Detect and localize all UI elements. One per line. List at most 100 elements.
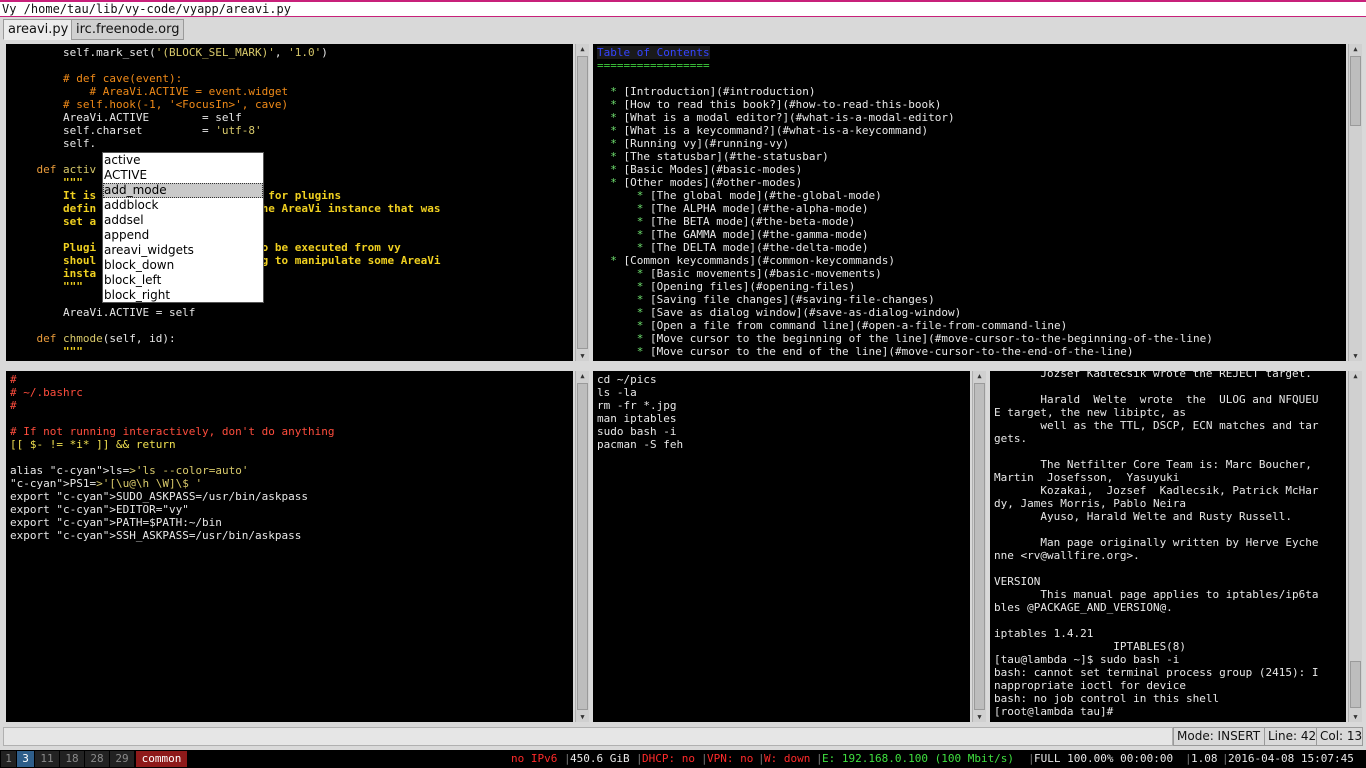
scroll-thumb[interactable] (577, 383, 588, 710)
code-line: export "c-cyan">SUDO_ASKPASS=/usr/bin/as… (10, 490, 309, 503)
workspace-28[interactable]: 28 (85, 751, 109, 767)
code-line: * [The BETA mode](#the-beta-mode) (636, 215, 856, 228)
scroll-down-icon[interactable]: ▼ (576, 712, 589, 722)
status-mode: Mode: INSERT (1173, 727, 1265, 746)
editor-pane-history[interactable]: cd ~/pics ls -la rm -fr *.jpg man iptables s… (593, 371, 970, 722)
code-line: * [Move cursor to the beginning of the l… (636, 332, 1213, 345)
editor-pane-terminal[interactable]: Jozsef Kadlecsik wrote the REJECT target… (990, 371, 1346, 722)
tab-areavi[interactable]: areavi.py (3, 19, 74, 40)
code-line: gets. (994, 432, 1028, 445)
autocomplete-item[interactable]: block_left (103, 273, 263, 288)
autocomplete-item[interactable]: areavi_widgets (103, 243, 263, 258)
editor-text-markdown[interactable]: Table of Contents ================= * [In… (593, 44, 1346, 358)
autocomplete-item[interactable]: ACTIVE (103, 168, 263, 183)
scroll-thumb[interactable] (974, 383, 985, 710)
disk-status: 450.6 GiB (570, 752, 630, 765)
autocomplete-item[interactable]: addblock (103, 198, 263, 213)
workspace-18[interactable]: 18 (60, 751, 84, 767)
code-line: [tau@lambda ~]$ sudo bash -i (994, 653, 1180, 666)
autocomplete-item[interactable]: active (103, 153, 263, 168)
editor-text-python[interactable]: self.mark_set('(BLOCK_SEL_MARK)', '1.0')… (6, 44, 573, 358)
workspace-11[interactable]: 11 (35, 751, 59, 767)
scroll-thumb[interactable] (1350, 661, 1361, 708)
code-line: Jozsef Kadlecsik wrote the REJECT target… (994, 371, 1312, 380)
scroll-down-icon[interactable]: ▼ (1349, 712, 1362, 722)
code-line: set a (10, 215, 97, 228)
scrollbar-python[interactable]: ▲ ▼ (575, 44, 589, 361)
workspace-29[interactable]: 29 (110, 751, 134, 767)
code-line: * [Move cursor to the end of the line](#… (636, 345, 1134, 358)
scroll-down-icon[interactable]: ▼ (576, 351, 589, 361)
autocomplete-item[interactable]: addsel (103, 213, 263, 228)
scroll-up-icon[interactable]: ▲ (1349, 44, 1362, 54)
code-line: insta (10, 267, 97, 280)
code-line: self.charset = 'utf-8' (10, 124, 262, 137)
code-line: nappropriate ioctl for device (994, 679, 1187, 692)
code-line: * [What is a modal editor?](#what-is-a-m… (610, 111, 955, 124)
code-line: sudo bash -i (597, 425, 677, 438)
workspace-3[interactable]: 3 (17, 751, 34, 767)
code-line: E target, the new libiptc, as (994, 406, 1187, 419)
editor-pane-python[interactable]: self.mark_set('(BLOCK_SEL_MARK)', '1.0')… (6, 44, 573, 361)
autocomplete-item[interactable]: append (103, 228, 263, 243)
scrollbar-markdown[interactable]: ▲ ▼ (1348, 44, 1362, 361)
code-line: * [Saving file changes](#saving-file-cha… (636, 293, 935, 306)
scrollbar-terminal[interactable]: ▲ ▼ (1348, 371, 1362, 722)
editor-text-terminal[interactable]: Jozsef Kadlecsik wrote the REJECT target… (990, 371, 1346, 718)
code-line: self.mark_set('(BLOCK_SEL_MARK)', '1.0') (10, 46, 328, 59)
code-line: Kozakai, Jozsef Kadlecsik, Patrick McHar (994, 484, 1319, 497)
code-line: AreaVi.ACTIVE = self (10, 111, 242, 124)
workspace-common[interactable]: common (136, 751, 187, 767)
code-line: # self.hook(-1, '<FocusIn>', cave) (10, 98, 289, 111)
code-line: It is of target for plugins (62, 189, 342, 202)
scrollbar-bashrc[interactable]: ▲ ▼ (575, 371, 589, 722)
code-line: """ (10, 176, 83, 189)
tab-irc[interactable]: irc.freenode.org (71, 19, 185, 40)
workspace-1[interactable]: 1 (1, 751, 16, 767)
code-line: [root@lambda tau]# (994, 705, 1114, 718)
autocomplete-item[interactable]: block_right (103, 288, 263, 303)
code-line: Martin Josefsson, Yasuyuki (994, 471, 1180, 484)
code-line: cd ~/pics (597, 373, 657, 386)
scroll-thumb[interactable] (1350, 56, 1361, 126)
editor-text-history[interactable]: cd ~/pics ls -la rm -fr *.jpg man iptables s… (593, 371, 970, 451)
code-line: [[ $- != *i* ]] && return (10, 438, 176, 451)
editor-pane-markdown[interactable]: Table of Contents ================= * [In… (593, 44, 1346, 361)
autocomplete-item[interactable]: add_mode (103, 183, 263, 198)
vpn-status: VPN: no (707, 752, 754, 765)
code-line: man iptables (597, 412, 677, 425)
code-line: ls -la (597, 386, 637, 399)
code-line: * [Opening files](#opening-files) (636, 280, 856, 293)
code-line: Harald Welte wrote the ULOG and NFQUEU (994, 393, 1319, 406)
code-line: * [The DELTA mode](#the-delta-mode) (636, 241, 869, 254)
scroll-up-icon[interactable]: ▲ (576, 44, 589, 54)
scroll-down-icon[interactable]: ▼ (1349, 351, 1362, 361)
code-line: # (10, 399, 17, 412)
code-line: self. (10, 137, 97, 150)
autocomplete-item[interactable]: block_down (103, 258, 263, 273)
code-line: export "c-cyan">EDITOR="vy" (10, 503, 189, 516)
code-line: well as the TTL, DSCP, ECN matches and t… (994, 419, 1319, 432)
scrollbar-history[interactable]: ▲ ▼ (972, 371, 986, 722)
editor-pane-bashrc[interactable]: # # ~/.bashrc # # If not running interacti… (6, 371, 573, 722)
editor-text-bashrc[interactable]: # # ~/.bashrc # # If not running interacti… (6, 371, 573, 542)
code-line: Table of Contents (597, 46, 710, 59)
scroll-up-icon[interactable]: ▲ (973, 371, 986, 381)
code-line: VERSION (994, 575, 1041, 588)
scroll-up-icon[interactable]: ▲ (1349, 371, 1362, 381)
scroll-up-icon[interactable]: ▲ (576, 371, 589, 381)
code-line: Plugi unctions to be executed from vy (62, 241, 401, 254)
autocomplete-popup[interactable]: active ACTIVE add_mode addblock addsel append… (102, 152, 264, 303)
code-line: # def cave(event): (10, 72, 183, 85)
code-line: * [Running vy](#running-vy) (610, 137, 790, 150)
scroll-thumb[interactable] (577, 56, 588, 349)
code-line: """ (10, 345, 83, 358)
scroll-down-icon[interactable]: ▼ (973, 712, 986, 722)
code-line: * [The ALPHA mode](#the-alpha-mode) (636, 202, 869, 215)
